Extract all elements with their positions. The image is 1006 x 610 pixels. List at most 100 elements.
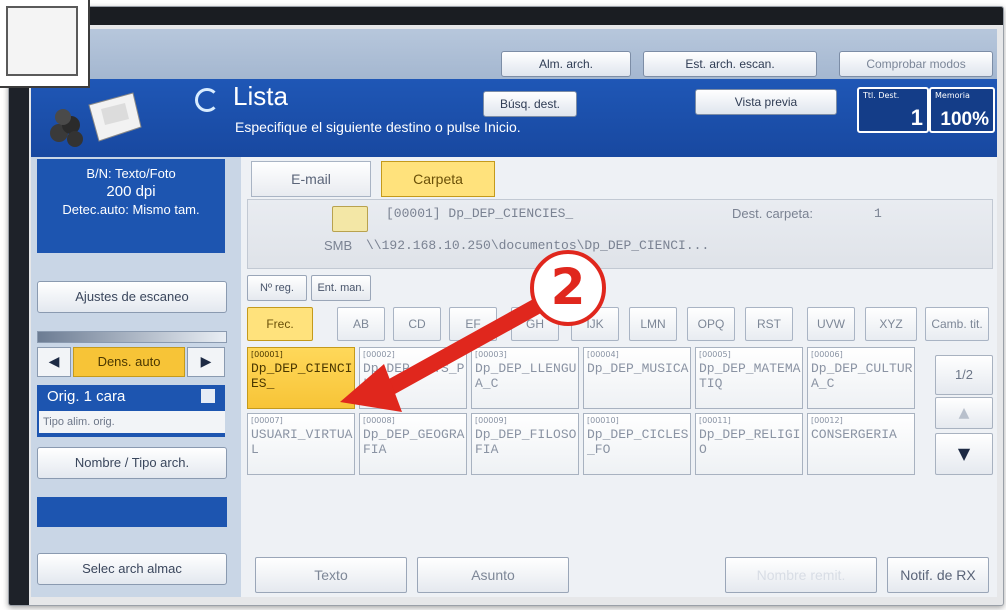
asunto-button[interactable]: Asunto xyxy=(417,557,569,593)
destination-cell[interactable]: [00002] Dp_DEP_ARTS_PLAS xyxy=(359,347,467,409)
original-settings-box: Orig. 1 cara Tipo alim. orig. xyxy=(37,385,225,437)
destination-name: Dp_DEP_FILOSOFIA xyxy=(475,427,577,457)
destination-name: Dp_DEP_RELIGIO xyxy=(699,427,801,457)
destination-number: [00010] xyxy=(587,416,619,425)
step-badge: 2 xyxy=(530,250,606,326)
destination-number: [00009] xyxy=(475,416,507,425)
page-icon xyxy=(201,389,215,403)
selected-destination-info: [00001] Dp_DEP_CIENCIES_ Dest. carpeta: … xyxy=(247,199,993,269)
bezel-left xyxy=(9,7,29,605)
destination-name: USUARI_VIRTUAL xyxy=(251,427,353,457)
destination-number: [00001] xyxy=(251,350,283,359)
ent-man-button[interactable]: Ent. man. xyxy=(311,275,371,301)
memory-label: Memoria xyxy=(935,91,970,100)
n-reg-button[interactable]: Nº reg. xyxy=(247,275,307,301)
dest-carpeta-label: Dest. carpeta: xyxy=(732,206,813,221)
comprobar-modos-button[interactable]: Comprobar modos xyxy=(839,51,993,77)
scroll-down-button[interactable]: ▼ xyxy=(935,433,993,475)
nombre-remit-button[interactable]: Nombre remit. xyxy=(725,557,877,593)
destination-cell[interactable]: [00007] USUARI_VIRTUAL xyxy=(247,413,355,475)
destination-name: Dp_DEP_LLENGUA_C xyxy=(475,361,577,391)
corner-inset-inner xyxy=(6,6,78,76)
status-spinner-icon xyxy=(195,88,219,112)
page-indicator: 1/2 xyxy=(935,355,993,395)
est-arch-escan-button[interactable]: Est. arch. escan. xyxy=(643,51,817,77)
destination-cell[interactable]: [00011] Dp_DEP_RELIGIO xyxy=(695,413,803,475)
texto-button[interactable]: Texto xyxy=(255,557,407,593)
filter-camb-tit[interactable]: Camb. tit. xyxy=(925,307,989,341)
memory-counter: Memoria 100% xyxy=(929,87,995,133)
destination-cell[interactable]: [00008] Dp_DEP_GEOGRAFIA xyxy=(359,413,467,475)
destination-name: Dp_DEP_MATEMATIQ xyxy=(699,361,801,391)
destination-number: [00011] xyxy=(699,416,731,425)
folder-icon xyxy=(332,206,368,232)
scan-mode-info: B/N: Texto/Foto 200 dpi Detec.auto: Mism… xyxy=(37,159,225,253)
mode-line-3: Detec.auto: Mismo tam. xyxy=(62,202,200,217)
destination-name: Dp_DEP_MUSICA xyxy=(587,361,689,376)
memory-value: 100% xyxy=(940,109,989,130)
header: Lista Especifique el siguiente destino o… xyxy=(31,79,997,157)
top-bar: Alm. arch. Est. arch. escan. Comprobar m… xyxy=(31,29,997,79)
ajustes-escaneo-button[interactable]: Ajustes de escaneo xyxy=(37,281,227,313)
destination-cell[interactable]: [00012] CONSERGERIA xyxy=(807,413,915,475)
busq-dest-button[interactable]: Búsq. dest. xyxy=(483,91,577,117)
tab-email[interactable]: E-mail xyxy=(251,161,371,197)
destination-cell[interactable]: [00010] Dp_DEP_CICLES_FO xyxy=(583,413,691,475)
total-dest-label: Ttl. Dest. xyxy=(863,91,900,100)
destination-cell[interactable]: [00006] Dp_DEP_CULTURA_C xyxy=(807,347,915,409)
density-increase-button[interactable]: ▶ xyxy=(187,347,225,377)
filter-rst[interactable]: RST xyxy=(745,307,793,341)
filter-frec[interactable]: Frec. xyxy=(247,307,313,341)
touch-panel-screen: Alm. arch. Est. arch. escan. Comprobar m… xyxy=(8,6,1004,606)
left-settings-column: B/N: Texto/Foto 200 dpi Detec.auto: Mism… xyxy=(31,157,237,597)
density-auto-button[interactable]: Dens. auto xyxy=(73,347,185,377)
tipo-alim-orig-button[interactable]: Tipo alim. orig. xyxy=(39,411,225,433)
filter-uvw[interactable]: UVW xyxy=(807,307,855,341)
scanner-logo-icon xyxy=(41,85,181,151)
filter-ab[interactable]: AB xyxy=(337,307,385,341)
dest-path: \\192.168.10.250\documentos\Dp_DEP_CIENC… xyxy=(366,238,710,253)
destination-cell[interactable]: [00001] Dp_DEP_CIENCIES_ xyxy=(247,347,355,409)
nombre-tipo-arch-button[interactable]: Nombre / Tipo arch. xyxy=(37,447,227,479)
page-title: Lista xyxy=(233,81,288,111)
destination-number: [00006] xyxy=(811,350,843,359)
page-subtitle: Especifique el siguiente destino o pulse… xyxy=(235,119,521,135)
destination-name: Dp_DEP_CULTURA_C xyxy=(811,361,913,391)
smb-label: SMB xyxy=(324,238,353,253)
orig-label[interactable]: Orig. 1 cara xyxy=(47,388,125,405)
tab-carpeta[interactable]: Carpeta xyxy=(381,161,495,197)
destination-number: [00004] xyxy=(587,350,619,359)
dest-line-1: [00001] Dp_DEP_CIENCIES_ xyxy=(386,206,574,221)
mode-line-1: B/N: Texto/Foto xyxy=(86,166,176,181)
scanner-panel: Alm. arch. Est. arch. escan. Comprobar m… xyxy=(31,29,997,597)
destination-name: Dp_DEP_GEOGRAFIA xyxy=(363,427,465,457)
destination-number: [00005] xyxy=(699,350,731,359)
notif-rx-button[interactable]: Notif. de RX xyxy=(887,557,989,593)
destination-area: E-mail Carpeta [00001] Dp_DEP_CIENCIES_ … xyxy=(241,157,997,597)
destination-number: [00002] xyxy=(363,350,395,359)
mode-line-2: 200 dpi xyxy=(106,183,156,200)
filter-xyz[interactable]: XYZ xyxy=(865,307,917,341)
total-dest-counter: Ttl. Dest. 1 xyxy=(857,87,929,133)
destination-number: [00008] xyxy=(363,416,395,425)
filter-lmn[interactable]: LMN xyxy=(629,307,677,341)
filter-opq[interactable]: OPQ xyxy=(687,307,735,341)
destination-cell[interactable]: [00003] Dp_DEP_LLENGUA_C xyxy=(471,347,579,409)
step-number: 2 xyxy=(550,258,586,316)
destination-cell[interactable]: [00009] Dp_DEP_FILOSOFIA xyxy=(471,413,579,475)
destination-number: [00012] xyxy=(811,416,843,425)
density-decrease-button[interactable]: ◀ xyxy=(37,347,71,377)
scroll-up-button[interactable]: ▲ xyxy=(935,397,993,429)
destination-cell[interactable]: [00004] Dp_DEP_MUSICA xyxy=(583,347,691,409)
corner-inset-box xyxy=(0,0,90,88)
vista-previa-button[interactable]: Vista previa xyxy=(695,89,837,115)
filter-cd[interactable]: CD xyxy=(393,307,441,341)
destination-number: [00007] xyxy=(251,416,283,425)
selec-arch-almac-button[interactable]: Selec arch almac xyxy=(37,553,227,585)
destination-cell[interactable]: [00005] Dp_DEP_MATEMATIQ xyxy=(695,347,803,409)
blank-blue-bar xyxy=(37,497,227,527)
dest-carpeta-value: 1 xyxy=(874,206,882,221)
destination-name: CONSERGERIA xyxy=(811,427,897,442)
alm-arch-button[interactable]: Alm. arch. xyxy=(501,51,631,77)
filter-ef[interactable]: EF xyxy=(449,307,497,341)
